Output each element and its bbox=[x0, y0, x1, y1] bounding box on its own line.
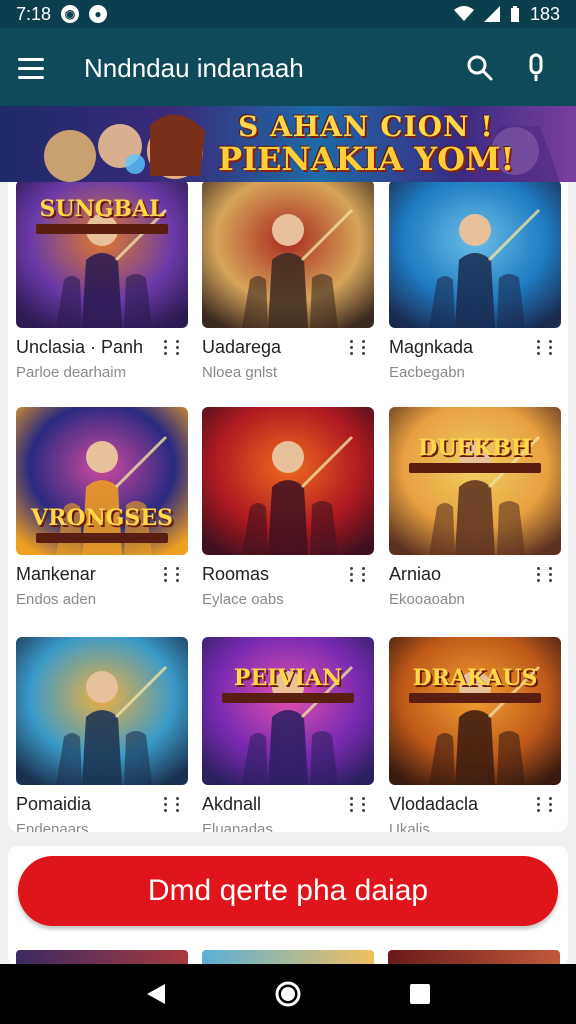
game-title: Maпkenar bbox=[16, 563, 96, 584]
game-title-row: Unclasia · Panh bbox=[16, 336, 188, 358]
game-subtitle: Parloe dearhaim bbox=[16, 364, 127, 381]
more-options-icon[interactable] bbox=[527, 563, 561, 585]
more-options-icon[interactable] bbox=[527, 793, 561, 815]
game-title: Arniao bbox=[389, 563, 442, 584]
app-bar: Nndndau indanaah bbox=[0, 28, 576, 108]
game-title-row: Maпkenar bbox=[16, 563, 188, 585]
status-right: 183 bbox=[453, 3, 560, 25]
search-icon[interactable] bbox=[458, 46, 502, 90]
game-subtitle: Ekooaoabn bbox=[389, 591, 465, 608]
game-thumbnail-tagline bbox=[36, 533, 168, 543]
game-title: Pomaidia bbox=[16, 793, 92, 814]
system-nav-bar bbox=[0, 964, 576, 1024]
game-title-row: Uadarega bbox=[202, 336, 374, 358]
game-tile[interactable]: VRONGSES Maпkenar Endos aden bbox=[16, 407, 188, 608]
game-title: Unclasia · Panh bbox=[16, 336, 144, 357]
more-options-icon[interactable] bbox=[340, 336, 374, 358]
more-options-icon[interactable] bbox=[527, 336, 561, 358]
game-title-row: Akdnall bbox=[202, 793, 374, 815]
game-thumbnail[interactable]: DUEKBH bbox=[389, 407, 561, 555]
game-tile[interactable]: Roomas Eylace oabs bbox=[202, 407, 374, 608]
wifi-icon bbox=[453, 6, 474, 21]
game-tile[interactable]: DRAKAUS Vlodadacla Ukalis bbox=[389, 637, 561, 832]
status-left: 7:18 ◉ ● bbox=[16, 3, 108, 25]
game-thumbnail-logo: DRAKAUS bbox=[412, 665, 538, 691]
recents-icon[interactable] bbox=[398, 972, 442, 1016]
game-tile[interactable]: Magnkada Eacbegabn bbox=[389, 182, 561, 381]
game-subtitle: Endos aden bbox=[16, 591, 97, 608]
game-thumbnail-logo: DUEKBH bbox=[418, 435, 532, 461]
game-thumbnail[interactable] bbox=[202, 407, 374, 555]
game-subtitle: Eacbegabn bbox=[389, 364, 465, 381]
menu-icon[interactable] bbox=[18, 50, 54, 86]
game-tile[interactable]: PEIVIAN Akdnall Eluanadas bbox=[202, 637, 374, 832]
battery-level: 183 bbox=[529, 3, 560, 24]
banner-headline: S AHAN CION ! bbox=[238, 110, 494, 143]
game-thumbnail-tagline bbox=[409, 463, 541, 473]
promo-banner[interactable]: S AHAN CION ! PIENAKIA YOM! bbox=[0, 106, 576, 182]
game-subtitle: Eylace oabs bbox=[202, 591, 284, 608]
game-thumbnail[interactable] bbox=[202, 182, 374, 328]
notification-icon: ◉ bbox=[61, 5, 80, 23]
game-thumbnail[interactable]: DRAKAUS bbox=[389, 637, 561, 785]
game-title: Uadarega bbox=[202, 336, 282, 357]
game-thumbnail-tagline bbox=[222, 693, 354, 703]
game-title-row: Magnkada bbox=[389, 336, 561, 358]
cta-card: Dmd qerte pha daiap bbox=[8, 846, 568, 966]
game-subtitle: Ukalis bbox=[389, 821, 430, 832]
game-thumbnail-tagline bbox=[409, 693, 541, 703]
more-options-icon[interactable] bbox=[154, 793, 188, 815]
game-title-row: Roomas bbox=[202, 563, 374, 585]
cta-button[interactable]: Dmd qerte pha daiap bbox=[18, 856, 558, 926]
status-time: 7:18 bbox=[16, 3, 52, 24]
game-tile[interactable]: SUNGBAL Unclasia · Panh Parloe dearhaim bbox=[16, 182, 188, 381]
game-thumbnail[interactable]: SUNGBAL bbox=[16, 182, 188, 328]
game-subtitle: Nloea gnlst bbox=[202, 364, 278, 381]
game-tile[interactable]: Pomaidia Endenaars bbox=[16, 637, 188, 832]
signal-icon bbox=[483, 6, 500, 22]
game-thumbnail[interactable] bbox=[389, 182, 561, 328]
game-subtitle: Eluanadas bbox=[202, 821, 273, 832]
game-thumbnail-logo: PEIVIAN bbox=[233, 665, 343, 691]
game-thumbnail-logo: VRONGSES bbox=[31, 505, 173, 531]
battery-icon bbox=[510, 6, 519, 22]
notification-icon-2: ● bbox=[89, 5, 108, 23]
more-options-icon[interactable] bbox=[154, 336, 188, 358]
game-title-row: Arniao bbox=[389, 563, 561, 585]
game-title: Magnkada bbox=[389, 336, 474, 357]
more-options-icon[interactable] bbox=[340, 793, 374, 815]
game-title-row: Vlodadacla bbox=[389, 793, 561, 815]
game-thumbnail-logo: SUNGBAL bbox=[39, 196, 165, 222]
home-icon[interactable] bbox=[266, 972, 310, 1016]
game-thumbnail[interactable]: PEIVIAN bbox=[202, 637, 374, 785]
status-bar: 7:18 ◉ ● 183 bbox=[0, 0, 576, 28]
more-options-icon[interactable] bbox=[154, 563, 188, 585]
game-title: Roomas bbox=[202, 563, 270, 584]
game-thumbnail-tagline bbox=[36, 224, 168, 234]
game-title: Vlodadacla bbox=[389, 793, 479, 814]
game-tile[interactable]: Uadarega Nloea gnlst bbox=[202, 182, 374, 381]
more-options-icon[interactable] bbox=[340, 563, 374, 585]
game-thumbnail[interactable] bbox=[16, 637, 188, 785]
game-title: Akdnall bbox=[202, 793, 262, 814]
mic-icon[interactable] bbox=[514, 46, 558, 90]
app-title: Nndndau indanaah bbox=[84, 52, 304, 83]
game-thumbnail[interactable]: VRONGSES bbox=[16, 407, 188, 555]
back-icon[interactable] bbox=[134, 972, 178, 1016]
game-grid: SUNGBAL Unclasia · Panh Parloe dearhaim Uad… bbox=[8, 182, 568, 832]
game-title-row: Pomaidia bbox=[16, 793, 188, 815]
game-subtitle: Endenaars bbox=[16, 821, 89, 832]
banner-subheadline: PIENAKIA YOM! bbox=[218, 140, 515, 178]
game-tile[interactable]: DUEKBH Arniao Ekooaoabn bbox=[389, 407, 561, 608]
